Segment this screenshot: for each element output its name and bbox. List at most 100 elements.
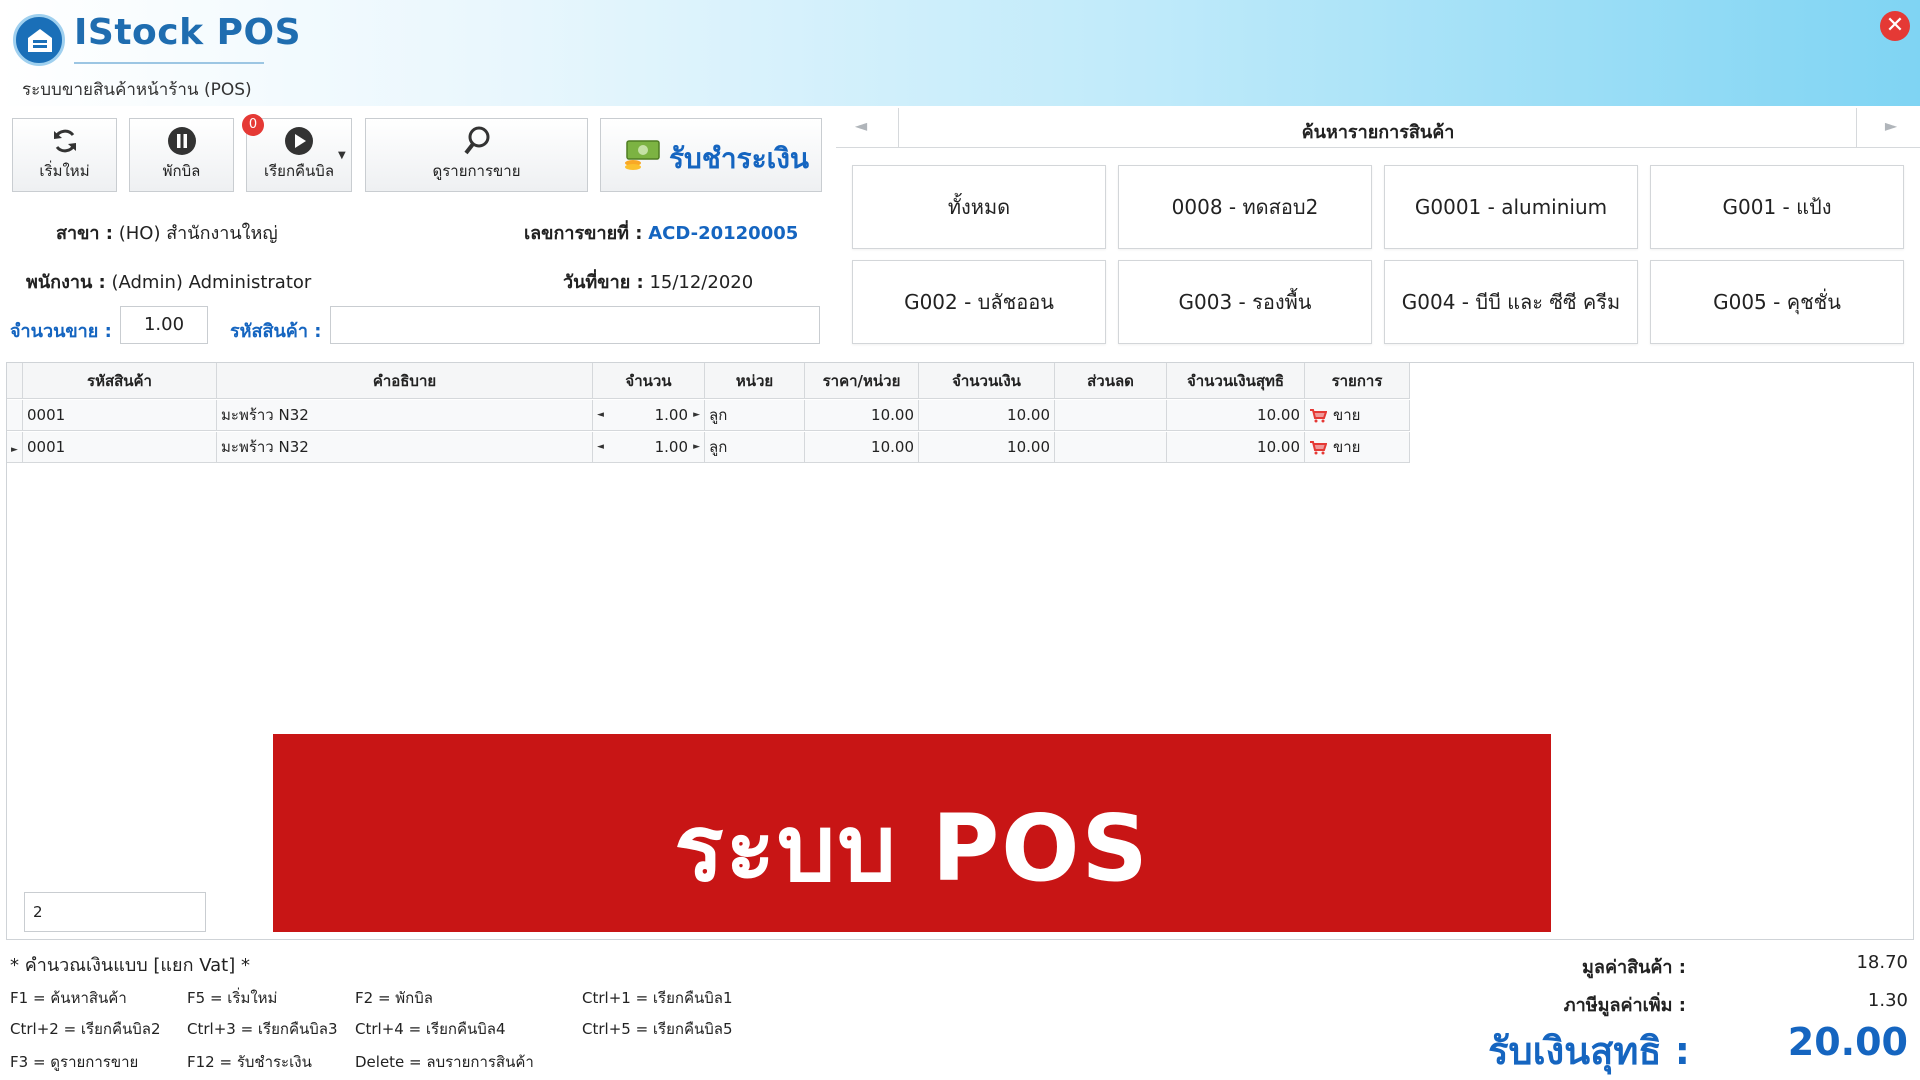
staff-label: พนักงาน : xyxy=(26,272,106,293)
vat-value: 1.30 xyxy=(1867,990,1908,1011)
invoice-number: ACD-20120005 xyxy=(648,223,799,244)
staff-value: (Admin) Administrator xyxy=(111,272,312,293)
held-bill-count-badge: 0 xyxy=(242,114,264,136)
product-code-input[interactable] xyxy=(330,306,820,344)
search-icon xyxy=(463,126,489,155)
view-sales-button[interactable]: ดูรายการขาย xyxy=(365,118,588,192)
cell-price: 10.00 xyxy=(805,400,919,431)
quantity-value: 1.00 xyxy=(654,438,688,456)
new-sale-button[interactable]: เริ่มใหม่ xyxy=(12,118,117,192)
column-header[interactable]: ราคา/หน่วย xyxy=(805,363,919,399)
cell-description: มะพร้าว N32 xyxy=(217,400,593,431)
vat-label: ภาษีมูลค่าเพิ่ม : xyxy=(1563,995,1686,1016)
banner-text: ระบบ POS xyxy=(674,795,1150,902)
next-page-icon[interactable]: ► xyxy=(1866,116,1916,142)
cell-unit: ลูก xyxy=(705,400,805,431)
view-sales-label: ดูรายการขาย xyxy=(432,162,521,180)
increase-icon[interactable]: ► xyxy=(693,400,700,431)
promo-banner: ระบบ POS xyxy=(273,734,1551,932)
branch-label: สาขา : xyxy=(56,223,113,244)
store-logo-icon xyxy=(13,14,65,66)
cart-icon xyxy=(1310,440,1327,454)
cell-type: ขาย xyxy=(1305,400,1410,431)
cell-code: 0001 xyxy=(23,400,217,431)
app-subtitle: ระบบขายสินค้าหน้าร้าน (POS) xyxy=(22,80,252,100)
column-header[interactable]: รหัสสินค้า xyxy=(23,363,217,399)
product-search-title: ค้นหารายการสินค้า xyxy=(1301,122,1455,143)
product-search-header: ◄ ค้นหารายการสินค้า ► xyxy=(836,108,1920,148)
cell-quantity[interactable]: ◄ 1.00 ► xyxy=(593,432,705,463)
date-info: วันที่ขาย : 15/12/2020 xyxy=(563,267,753,296)
column-header[interactable]: จำนวน xyxy=(593,363,705,399)
category-button[interactable]: G003 - รองพื้น xyxy=(1118,260,1372,344)
column-header[interactable]: คำอธิบาย xyxy=(217,363,593,399)
branch-value: (HO) สำนักงานใหญ่ xyxy=(118,223,278,244)
cell-amount: 10.00 xyxy=(919,400,1055,431)
category-button[interactable]: G001 - แป้ง xyxy=(1650,165,1904,249)
table-row[interactable]: 0001 มะพร้าว N32 ◄ 1.00 ► ลูก 10.00 10.0… xyxy=(7,400,1410,431)
recall-bill-label: เรียกคืนบิล xyxy=(263,162,335,180)
subtotal-label: มูลค่าสินค้า : xyxy=(1582,957,1686,978)
hold-bill-label: พักบิล xyxy=(162,162,201,180)
cell-net: 10.00 xyxy=(1167,400,1305,431)
cell-price: 10.00 xyxy=(805,432,919,463)
new-sale-label: เริ่มใหม่ xyxy=(39,162,90,180)
title-divider xyxy=(74,62,264,64)
date-value: 15/12/2020 xyxy=(649,272,754,293)
money-icon xyxy=(625,140,660,170)
cell-net: 10.00 xyxy=(1167,432,1305,463)
decrease-icon[interactable]: ◄ xyxy=(597,400,604,431)
type-label: ขาย xyxy=(1333,406,1361,424)
current-row-icon: ► xyxy=(11,445,18,455)
decrease-icon[interactable]: ◄ xyxy=(597,432,604,463)
row-count-field[interactable]: 2 xyxy=(24,892,206,932)
category-button[interactable]: G0001 - aluminium xyxy=(1384,165,1638,249)
category-button[interactable]: ทั้งหมด xyxy=(852,165,1106,249)
row-header-column xyxy=(7,363,23,399)
pos-window: IStock POS ระบบขายสินค้าหน้าร้าน (POS) ✕… xyxy=(0,0,1920,1080)
column-header[interactable]: หน่วย xyxy=(705,363,805,399)
hold-bill-button[interactable]: พักบิล xyxy=(129,118,234,192)
close-button[interactable]: ✕ xyxy=(1880,11,1910,41)
hotkey-hint: Delete = ลบรายการสินค้า xyxy=(355,1053,534,1071)
cell-quantity[interactable]: ◄ 1.00 ► xyxy=(593,400,705,431)
cell-code: 0001 xyxy=(23,432,217,463)
category-button[interactable]: G005 - คุชชั่น xyxy=(1650,260,1904,344)
table-row[interactable]: ► 0001 มะพร้าว N32 ◄ 1.00 ► ลูก 10.00 10… xyxy=(7,432,1410,463)
cell-type: ขาย xyxy=(1305,432,1410,463)
cart-icon xyxy=(1310,408,1327,422)
hotkey-hint: Ctrl+5 = เรียกคืนบิล5 xyxy=(582,1020,733,1038)
column-header[interactable]: รายการ xyxy=(1305,363,1410,399)
cell-unit: ลูก xyxy=(705,432,805,463)
pause-icon xyxy=(167,127,196,155)
staff-info: พนักงาน : (Admin) Administrator xyxy=(26,267,311,296)
category-button[interactable]: 0008 - ทดสอบ2 xyxy=(1118,165,1372,249)
category-button[interactable]: G004 - บีบี และ ซีซี ครีม xyxy=(1384,260,1638,344)
divider xyxy=(1856,108,1857,148)
category-button[interactable]: G002 - บลัชออน xyxy=(852,260,1106,344)
hotkey-hint: Ctrl+3 = เรียกคืนบิล3 xyxy=(187,1020,338,1038)
pay-label: รับชำระเงิน xyxy=(669,142,809,175)
increase-icon[interactable]: ► xyxy=(693,432,700,463)
column-header[interactable]: จำนวนเงินสุทธิ xyxy=(1167,363,1305,399)
product-code-label: รหัสสินค้า : xyxy=(230,321,322,342)
hotkey-hint: F1 = ค้นหาสินค้า xyxy=(10,989,127,1007)
column-header[interactable]: จำนวนเงิน xyxy=(919,363,1055,399)
refresh-icon xyxy=(53,129,76,153)
cell-description: มะพร้าว N32 xyxy=(217,432,593,463)
qty-label: จำนวนขาย : xyxy=(10,321,112,342)
hotkey-hint: F3 = ดูรายการขาย xyxy=(10,1053,139,1071)
chevron-down-icon[interactable]: ▼ xyxy=(338,150,346,161)
hotkey-hint: Ctrl+4 = เรียกคืนบิล4 xyxy=(355,1020,506,1038)
row-indicator xyxy=(7,400,23,431)
play-icon xyxy=(285,127,313,155)
quantity-input[interactable]: 1.00 xyxy=(120,306,208,344)
cell-amount: 10.00 xyxy=(919,432,1055,463)
subtotal-value: 18.70 xyxy=(1856,952,1908,973)
row-indicator: ► xyxy=(7,432,23,463)
pay-button[interactable]: รับชำระเงิน xyxy=(600,118,822,192)
hotkey-hint: F2 = พักบิล xyxy=(355,989,433,1007)
column-header[interactable]: ส่วนลด xyxy=(1055,363,1167,399)
hotkey-hint: F5 = เริ่มใหม่ xyxy=(187,989,278,1007)
quantity-value: 1.00 xyxy=(654,406,688,424)
